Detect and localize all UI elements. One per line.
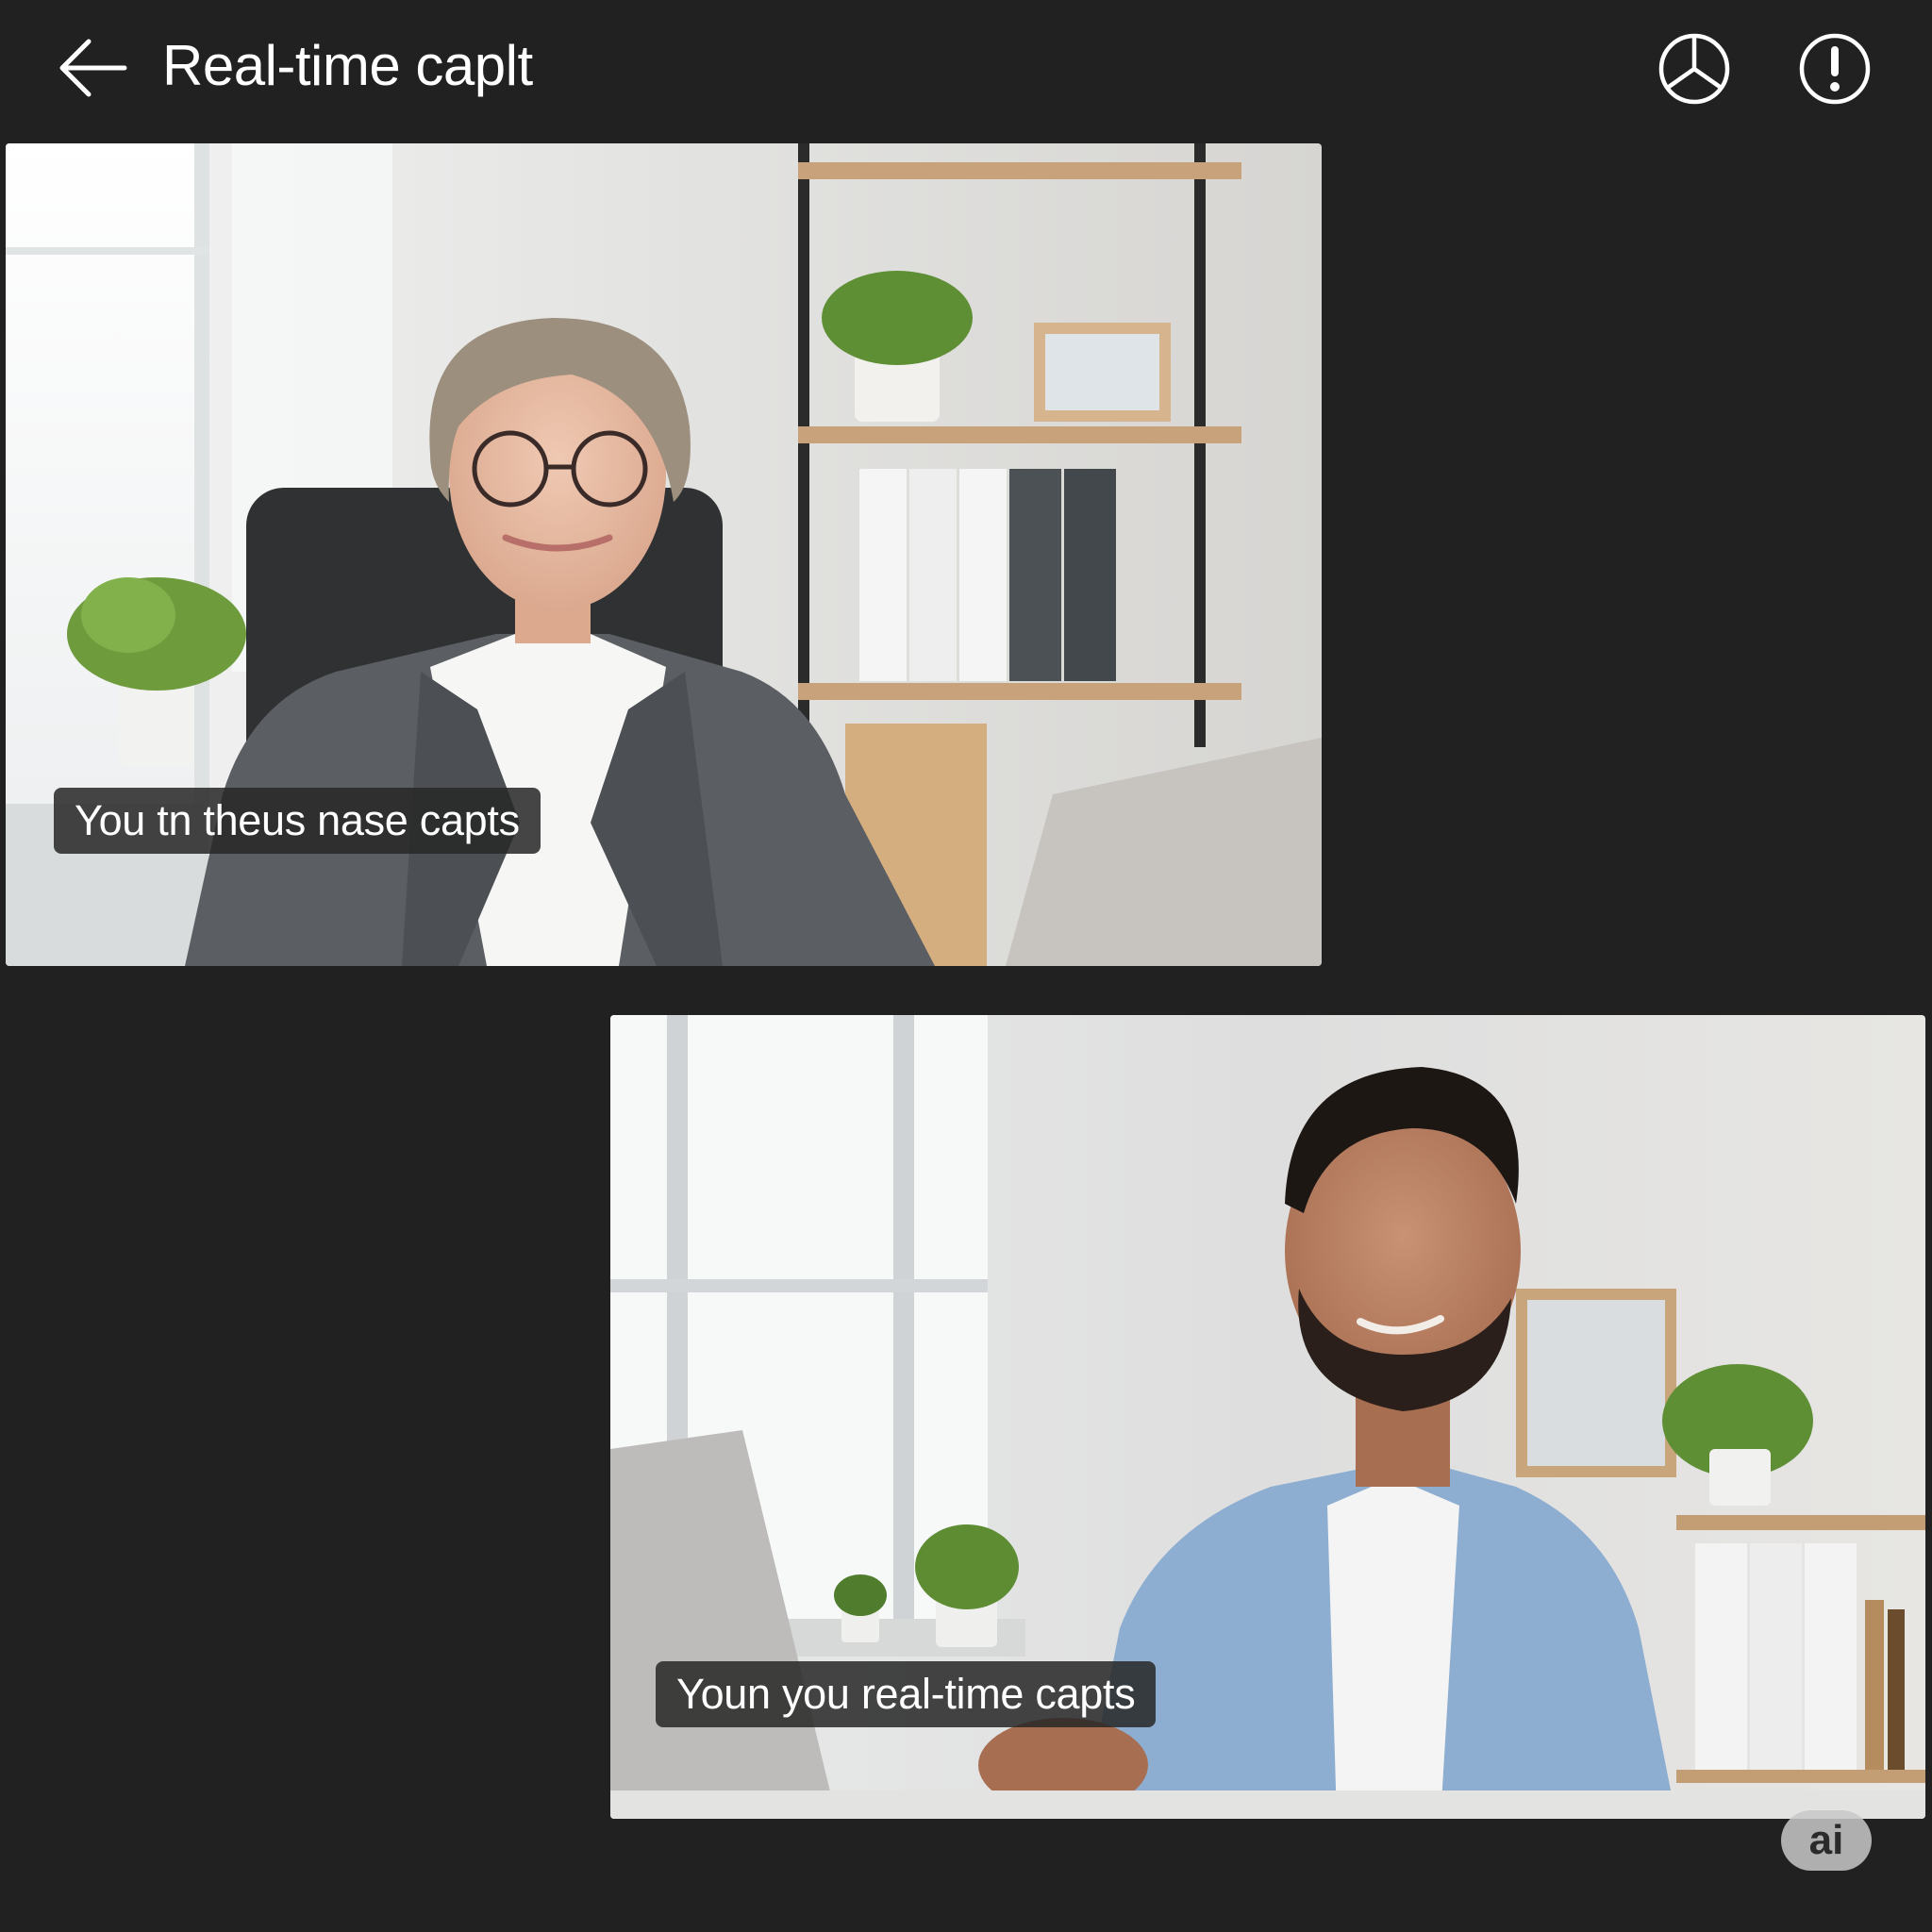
ai-badge: ai [1781, 1810, 1872, 1871]
caption-text: Youn you real-time capts [656, 1661, 1157, 1727]
alert-icon [1799, 33, 1871, 105]
caption-text: You tn theus nase capts [54, 788, 541, 854]
participants-button[interactable] [1657, 32, 1731, 106]
participants-icon [1658, 33, 1730, 105]
back-button[interactable] [55, 32, 130, 108]
video-tile-participant-2[interactable]: Youn you real-time capts [610, 1015, 1925, 1819]
video-tile-participant-1[interactable]: You tn theus nase capts [6, 143, 1322, 966]
page-title: Real-time caplt [162, 34, 533, 97]
arrow-left-icon [59, 39, 127, 97]
alert-button[interactable] [1798, 32, 1872, 106]
caption-call-screen: Real-time caplt You tn theus nase capts … [0, 0, 1932, 1932]
